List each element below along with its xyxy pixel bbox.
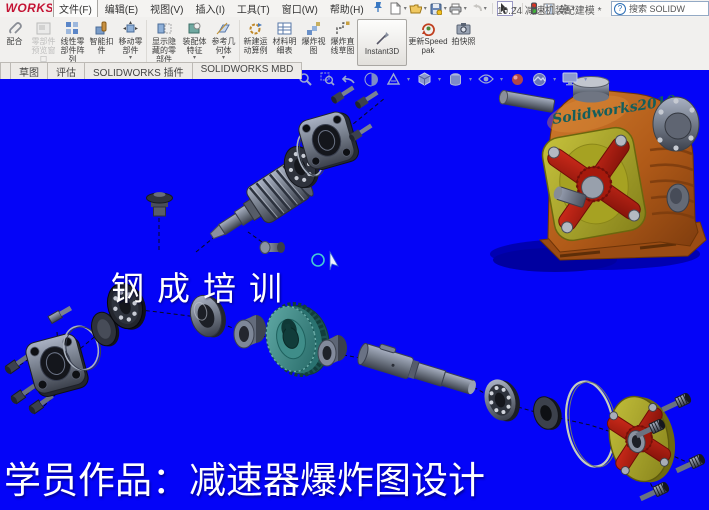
hide-show-items-icon[interactable] bbox=[478, 71, 494, 87]
save-icon[interactable] bbox=[429, 2, 443, 15]
menu-view[interactable]: 视图(V) bbox=[145, 0, 188, 17]
explode-line-icon bbox=[335, 20, 350, 37]
ribbon-button-exploded-view[interactable]: 爆炸视图 bbox=[299, 19, 328, 55]
part-small-plug[interactable] bbox=[260, 242, 285, 254]
separator bbox=[492, 3, 493, 14]
menu-help[interactable]: 帮助(H) bbox=[325, 0, 369, 17]
ribbon-button-component-preview: 零部件预览窗口 bbox=[29, 19, 58, 64]
menu-window[interactable]: 窗口(W) bbox=[277, 0, 323, 17]
annotation-view-icon[interactable] bbox=[385, 71, 401, 87]
assembly-features-icon bbox=[187, 20, 202, 37]
graphics-area[interactable]: ▾ ▾ ▾ ▾ ▾ ▾ bbox=[0, 70, 709, 510]
input-shaft[interactable] bbox=[498, 90, 555, 113]
pin-icon[interactable] bbox=[373, 1, 383, 16]
help-icon[interactable]: ? bbox=[614, 3, 626, 15]
show-hidden-icon bbox=[157, 20, 172, 37]
part-oil-plug[interactable] bbox=[147, 192, 173, 216]
display-style-icon[interactable] bbox=[447, 71, 463, 87]
tab-solidworks-mbd[interactable]: SOLIDWORKS MBD bbox=[192, 62, 303, 79]
view-settings-icon[interactable] bbox=[562, 71, 578, 87]
open-icon[interactable] bbox=[409, 2, 423, 15]
smart-fasteners-icon bbox=[94, 20, 109, 37]
section-view-icon[interactable] bbox=[363, 71, 379, 87]
menu-insert[interactable]: 插入(I) bbox=[190, 0, 229, 17]
side-plug[interactable] bbox=[667, 184, 689, 212]
dropdown-arrow[interactable]: ▾ bbox=[553, 76, 556, 83]
ribbon-button-smart-fasteners[interactable]: 智能扣件 bbox=[87, 19, 116, 55]
solidworks-window: WORKS 文件(F) 编辑(E) 视图(V) 插入(I) 工具(T) 窗口(W… bbox=[0, 0, 709, 510]
menu-file[interactable]: 文件(F) bbox=[53, 0, 98, 18]
motion-study-icon bbox=[248, 20, 263, 37]
menu-bar: WORKS 文件(F) 编辑(E) 视图(V) 插入(I) 工具(T) 窗口(W… bbox=[0, 0, 709, 18]
bom-icon bbox=[277, 20, 292, 37]
part-hex-bolt[interactable] bbox=[48, 305, 73, 324]
watermark-text: 钢成培训 bbox=[111, 262, 295, 310]
dropdown-arrow[interactable]: ▾ bbox=[438, 76, 441, 83]
tab-sketch[interactable]: 草图 bbox=[10, 62, 48, 79]
separator bbox=[239, 20, 240, 64]
rotate-cursor-icon bbox=[312, 252, 338, 270]
mate-icon bbox=[7, 20, 22, 37]
ribbon-button-bill-of-materials[interactable]: 材料明细表 bbox=[270, 19, 299, 55]
new-document-icon[interactable] bbox=[389, 2, 403, 15]
front-cover-plate[interactable] bbox=[540, 125, 649, 243]
previous-view-icon[interactable] bbox=[341, 71, 357, 87]
dropdown-arrow[interactable]: ▾ bbox=[444, 5, 447, 12]
rear-bearing-housing[interactable] bbox=[653, 97, 699, 151]
edit-appearance-icon[interactable] bbox=[509, 71, 525, 87]
dropdown-arrow[interactable]: ▾ bbox=[484, 5, 487, 12]
flyout-arrow[interactable]: ▾ bbox=[222, 55, 225, 61]
move-component-icon bbox=[123, 20, 138, 37]
speedpak-icon bbox=[421, 20, 436, 37]
tab-solidworks-addins[interactable]: SOLIDWORKS 插件 bbox=[84, 62, 193, 79]
tab-evaluate[interactable]: 评估 bbox=[47, 62, 85, 79]
flyout-arrow[interactable]: ▾ bbox=[193, 55, 196, 61]
ribbon-button-update-speedpak[interactable]: 更新Speedpak bbox=[407, 19, 449, 55]
ribbon-button-reference-geometry[interactable]: 参考几何体 ▾ bbox=[209, 19, 238, 61]
dropdown-arrow[interactable]: ▾ bbox=[407, 76, 410, 83]
dropdown-arrow[interactable]: ▾ bbox=[584, 76, 587, 83]
snapshot-icon bbox=[456, 20, 471, 37]
view-orientation-icon[interactable] bbox=[416, 71, 432, 87]
menu-tools[interactable]: 工具(T) bbox=[232, 0, 275, 17]
ribbon-button-mate[interactable]: 配合 bbox=[0, 19, 29, 46]
part-bearing-output[interactable] bbox=[480, 375, 525, 427]
apply-scene-icon[interactable] bbox=[531, 71, 547, 87]
exploded-view-icon bbox=[306, 20, 321, 37]
ribbon-button-new-motion-study[interactable]: 新建运动算例 bbox=[241, 19, 270, 55]
search-box[interactable]: ? 搜索 SOLIDW bbox=[611, 1, 709, 16]
part-output-shaft[interactable] bbox=[356, 338, 480, 398]
document-title: 10.24 减速机装配建模 * bbox=[497, 2, 601, 17]
dropdown-arrow[interactable]: ▾ bbox=[404, 5, 407, 12]
dropdown-arrow[interactable]: ▾ bbox=[500, 76, 503, 83]
caption-text: 学员作品：减速器爆炸图设计 bbox=[4, 450, 485, 504]
linear-pattern-icon bbox=[65, 20, 80, 37]
logo-text: WORKS bbox=[2, 1, 52, 15]
command-manager-tabs: 草图 评估 SOLIDWORKS 插件 SOLIDWORKS MBD bbox=[0, 62, 301, 79]
ribbon-button-instant3d[interactable]: Instant3D bbox=[357, 19, 407, 66]
dropdown-arrow[interactable]: ▾ bbox=[464, 5, 467, 12]
ribbon-button-take-snapshot[interactable]: 拍快照 bbox=[449, 19, 478, 46]
reference-geometry-icon bbox=[216, 20, 231, 37]
exploded-view-scene: Solidworks2010 bbox=[0, 70, 709, 510]
heads-up-toolbar: ▾ ▾ ▾ ▾ ▾ ▾ bbox=[297, 71, 587, 87]
ribbon-button-assembly-features[interactable]: 装配体特征 ▾ bbox=[180, 19, 209, 61]
dropdown-arrow[interactable]: ▾ bbox=[424, 5, 427, 12]
print-icon[interactable] bbox=[449, 2, 463, 15]
part-seal-output[interactable] bbox=[530, 393, 565, 434]
ribbon-button-explode-line-sketch[interactable]: 爆炸直线草图 bbox=[328, 19, 357, 55]
instant3d-icon bbox=[374, 30, 390, 47]
menu-edit[interactable]: 编辑(E) bbox=[100, 0, 143, 17]
dropdown-arrow[interactable]: ▾ bbox=[469, 76, 472, 83]
separator bbox=[146, 20, 147, 64]
ribbon-button-move-component[interactable]: 移动零部件 ▾ bbox=[116, 19, 145, 61]
solidworks-logo: WORKS bbox=[0, 1, 52, 16]
part-bushing[interactable] bbox=[234, 315, 266, 348]
flyout-arrow[interactable]: ▾ bbox=[129, 55, 132, 61]
undo-icon[interactable] bbox=[469, 2, 483, 15]
assembled-gearbox[interactable]: Solidworks2010 bbox=[490, 77, 706, 273]
search-placeholder: 搜索 SOLIDW bbox=[629, 2, 685, 15]
component-preview-icon bbox=[36, 20, 51, 37]
zoom-area-icon[interactable] bbox=[319, 71, 335, 87]
